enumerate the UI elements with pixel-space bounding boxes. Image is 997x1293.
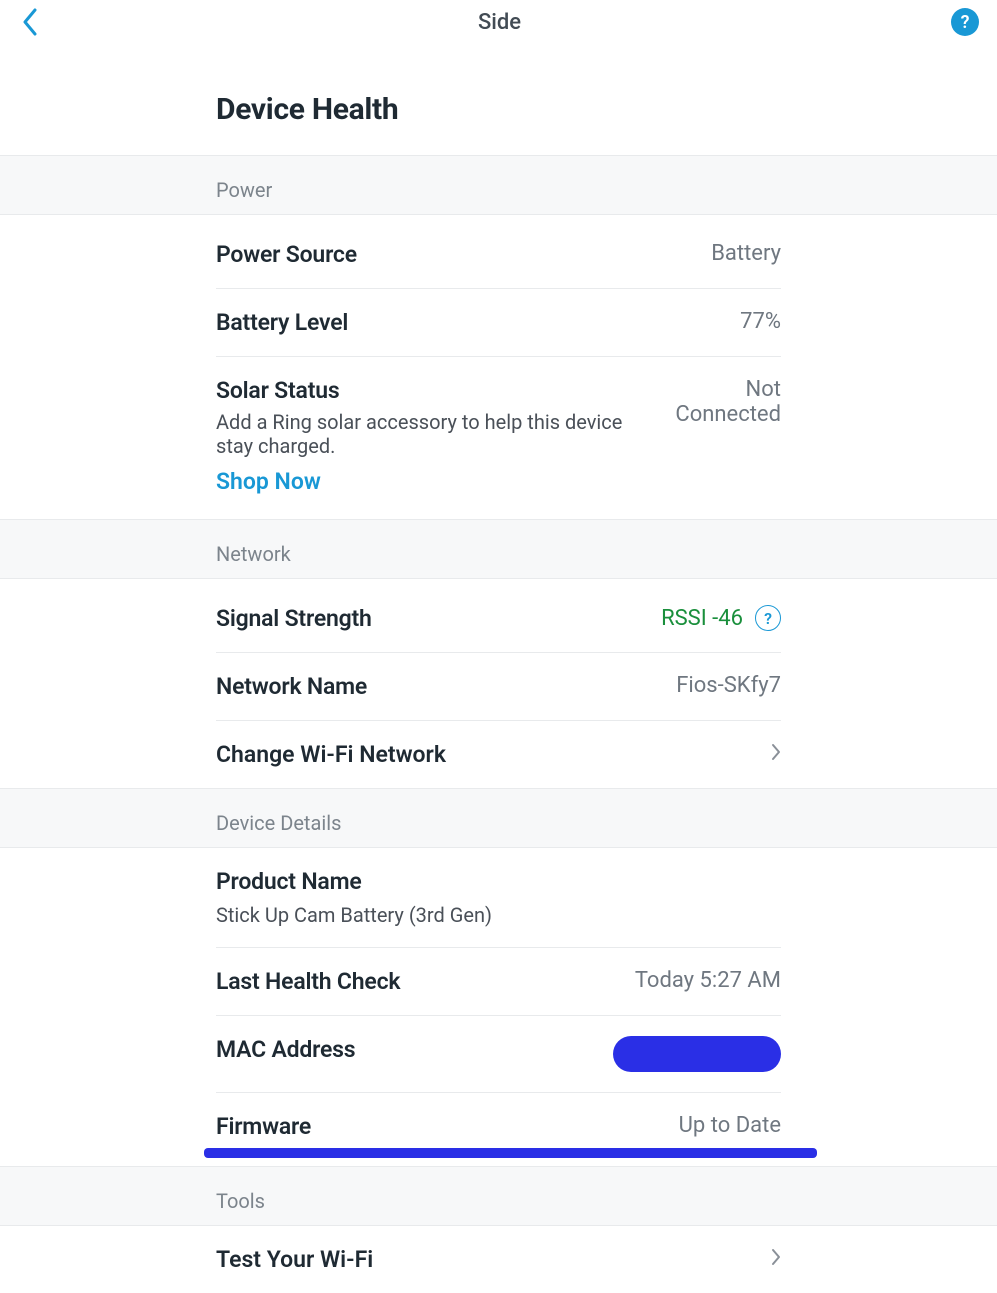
- row-power-source: Power Source Battery: [216, 221, 781, 289]
- row-firmware: Firmware Up to Date: [216, 1093, 781, 1150]
- page-title: Device Health: [0, 48, 997, 155]
- shop-now-link[interactable]: Shop Now: [216, 464, 781, 519]
- chevron-right-icon: [771, 742, 781, 767]
- battery-level-value: 77%: [740, 309, 781, 334]
- power-source-value: Battery: [711, 241, 781, 266]
- section-header-network: Network: [0, 519, 997, 579]
- back-button[interactable]: [12, 4, 48, 40]
- test-wifi-row[interactable]: Test Your Wi-Fi: [216, 1226, 781, 1293]
- change-wifi-label: Change Wi-Fi Network: [216, 741, 446, 768]
- chevron-left-icon: [21, 8, 39, 36]
- firmware-label: Firmware: [216, 1113, 311, 1140]
- power-source-label: Power Source: [216, 241, 357, 268]
- network-name-value: Fios-SKfy7: [676, 673, 781, 698]
- solar-status-label: Solar Status: [216, 377, 659, 404]
- row-network-name: Network Name Fios-SKfy7: [216, 653, 781, 721]
- test-wifi-label: Test Your Wi-Fi: [216, 1246, 373, 1273]
- signal-strength-value: RSSI -46: [661, 606, 743, 631]
- last-health-check-value: Today 5:27 AM: [635, 968, 781, 993]
- change-wifi-row[interactable]: Change Wi-Fi Network: [216, 721, 781, 788]
- scribble-annotation: [204, 1148, 817, 1158]
- row-battery-level: Battery Level 77%: [216, 289, 781, 357]
- product-name-label: Product Name: [216, 868, 362, 895]
- row-signal-strength: Signal Strength RSSI -46 ?: [216, 585, 781, 653]
- row-mac-address: MAC Address: [216, 1016, 781, 1093]
- power-group: Power Source Battery Battery Level 77% S…: [0, 215, 997, 519]
- row-product-name: Product Name Stick Up Cam Battery (3rd G…: [216, 848, 781, 948]
- question-mark-icon: ?: [764, 609, 772, 628]
- network-group: Signal Strength RSSI -46 ? Network Name …: [0, 579, 997, 788]
- header-title: Side: [48, 10, 951, 35]
- nav-header: Side ?: [0, 0, 997, 48]
- help-button[interactable]: ?: [951, 8, 979, 36]
- signal-strength-help-button[interactable]: ?: [755, 605, 781, 631]
- section-header-device-details: Device Details: [0, 788, 997, 848]
- solar-status-value: Not Connected: [659, 377, 781, 427]
- last-health-check-label: Last Health Check: [216, 968, 400, 995]
- mac-address-label: MAC Address: [216, 1036, 355, 1063]
- product-name-value: Stick Up Cam Battery (3rd Gen): [216, 903, 492, 927]
- section-header-power: Power: [0, 155, 997, 215]
- device-details-group: Product Name Stick Up Cam Battery (3rd G…: [0, 848, 997, 1150]
- row-solar-status: Solar Status Add a Ring solar accessory …: [216, 357, 781, 464]
- signal-strength-label: Signal Strength: [216, 605, 372, 632]
- chevron-right-icon: [771, 1247, 781, 1272]
- battery-level-label: Battery Level: [216, 309, 348, 336]
- question-mark-icon: ?: [961, 12, 970, 33]
- firmware-value: Up to Date: [679, 1113, 781, 1138]
- row-last-health-check: Last Health Check Today 5:27 AM: [216, 948, 781, 1016]
- tools-group: Test Your Wi-Fi: [0, 1226, 997, 1293]
- section-header-tools: Tools: [0, 1166, 997, 1226]
- mac-address-redacted: [613, 1036, 781, 1072]
- solar-status-hint: Add a Ring solar accessory to help this …: [216, 410, 659, 458]
- network-name-label: Network Name: [216, 673, 367, 700]
